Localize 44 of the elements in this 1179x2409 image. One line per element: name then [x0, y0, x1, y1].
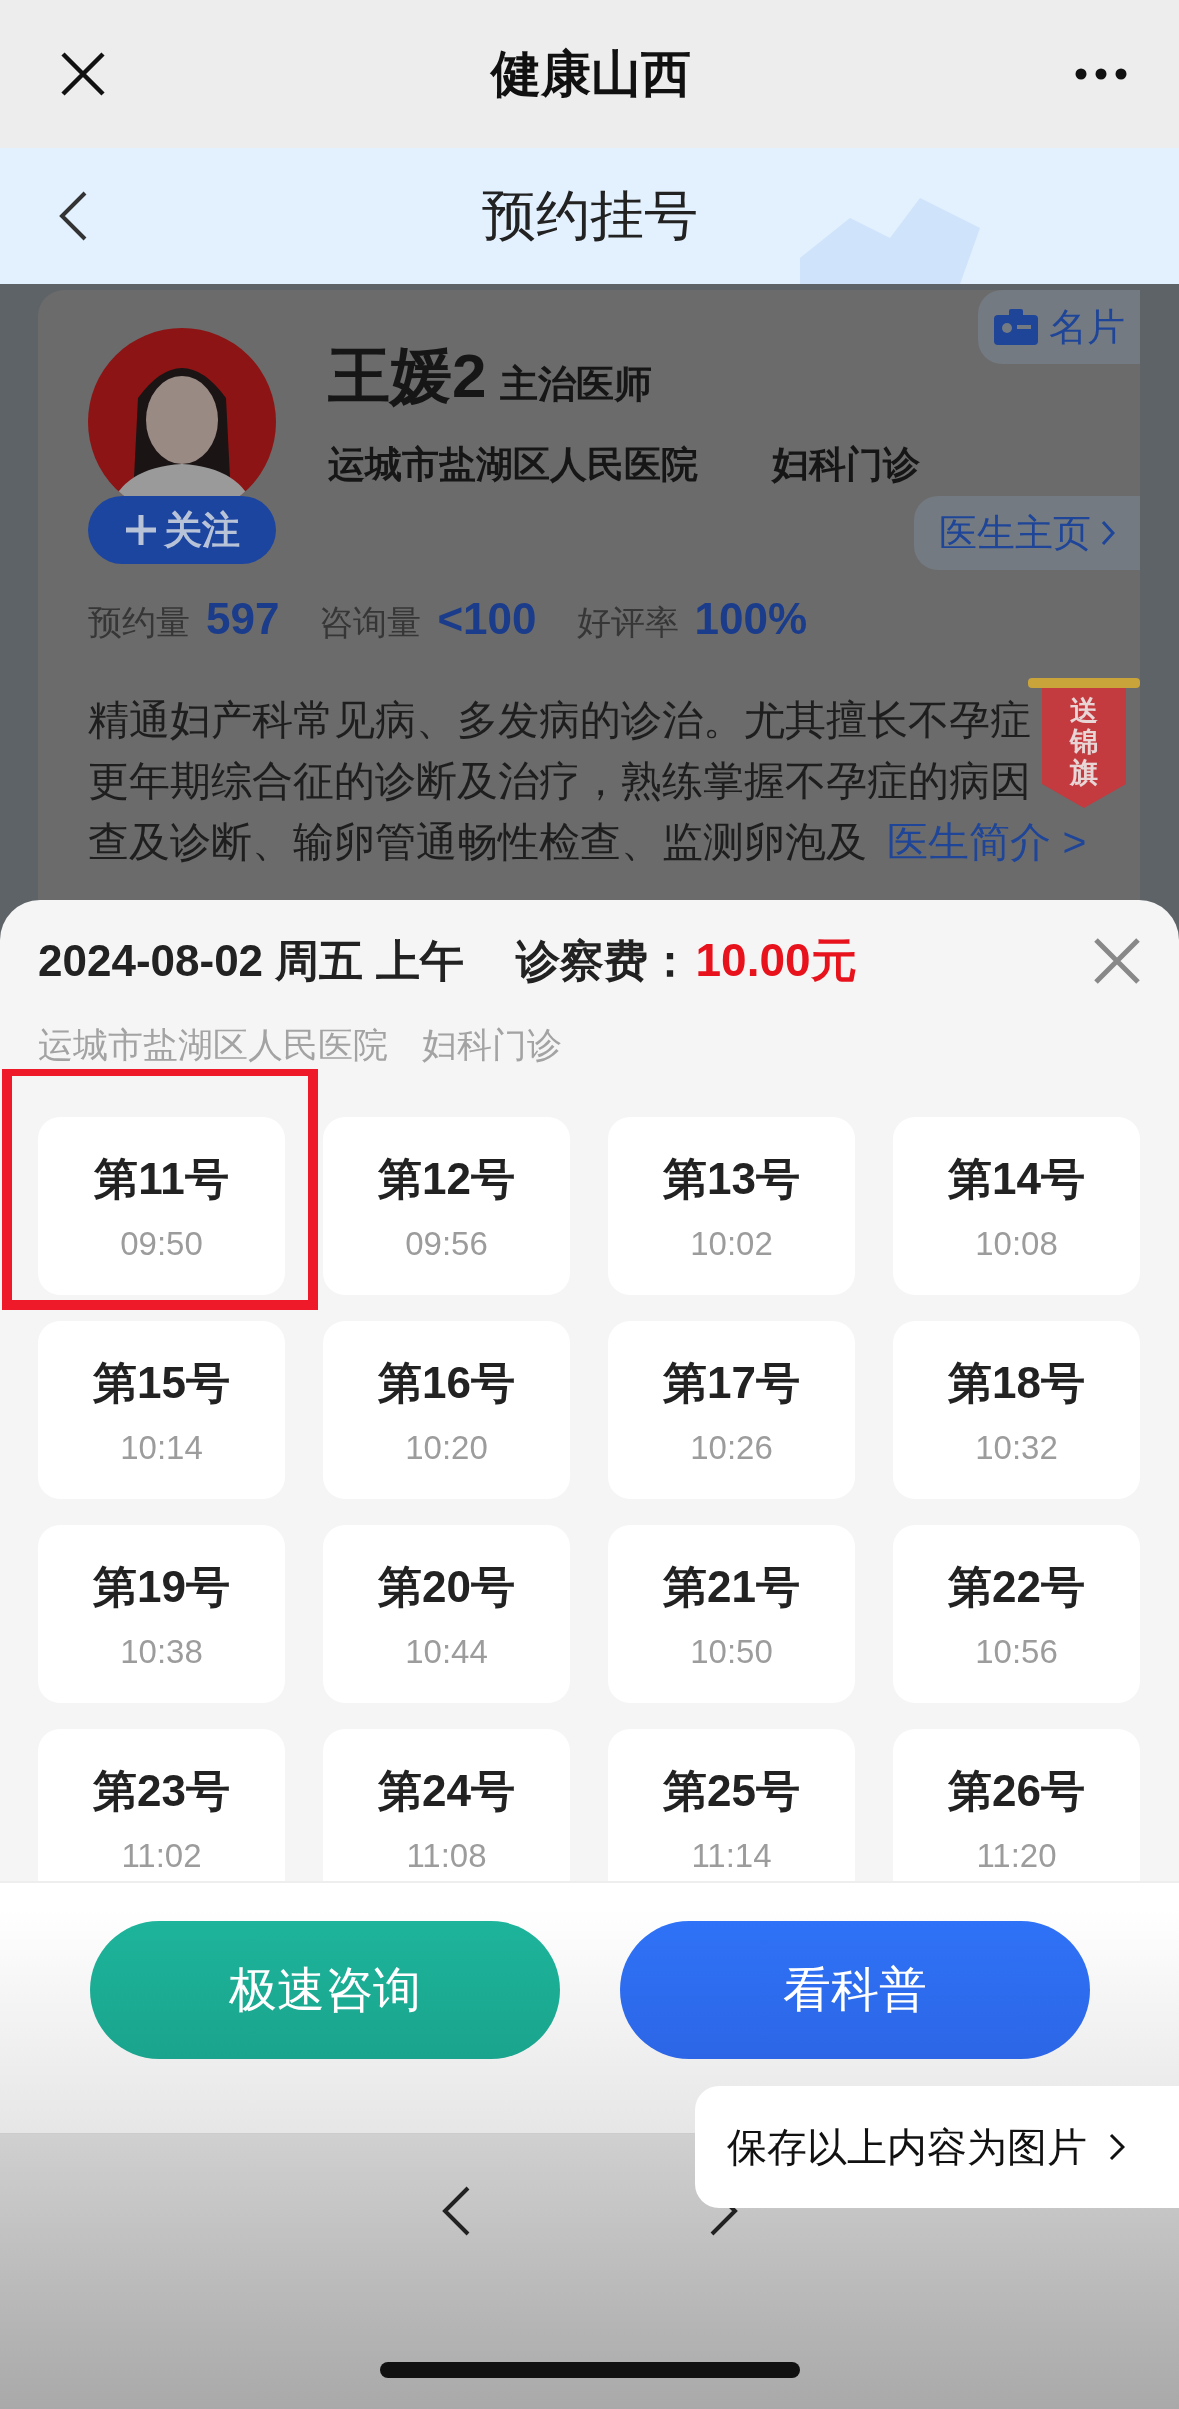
- time-slot[interactable]: 第17号 10:26: [608, 1321, 855, 1499]
- schedule-hospital: 运城市盐湖区人民医院: [38, 1024, 388, 1066]
- time-slot[interactable]: 第19号 10:38: [38, 1525, 285, 1703]
- time-slot[interactable]: 第20号 10:44: [323, 1525, 570, 1703]
- follow-button[interactable]: 关注: [88, 496, 276, 564]
- doctor-rank: 主治医师: [500, 362, 653, 407]
- stat-value: 597: [206, 594, 280, 644]
- doctor-department: 妇科门诊: [772, 443, 920, 487]
- time-slot[interactable]: 第15号 10:14: [38, 1321, 285, 1499]
- time-slot[interactable]: 第12号 09:56: [323, 1117, 570, 1295]
- time-slot[interactable]: 第18号 10:32: [893, 1321, 1140, 1499]
- schedule-date: 2024-08-02 周五 上午: [38, 934, 464, 987]
- stat-value: <100: [437, 594, 537, 644]
- time-slot[interactable]: 第13号 10:02: [608, 1117, 855, 1295]
- description-line: 精通妇产科常见病、多发病的诊治。尤其擅长不孕症: [88, 696, 1031, 745]
- time-slot[interactable]: 第23号 11:02: [38, 1729, 285, 1881]
- save-image-menu[interactable]: 保存以上内容为图片: [695, 2086, 1179, 2208]
- description-line: 更年期综合征的诊断及治疗，熟练掌握不孕症的病因: [88, 757, 1031, 806]
- time-slot[interactable]: 第11号 09:50: [38, 1117, 285, 1295]
- time-slot[interactable]: 第21号 10:50: [608, 1525, 855, 1703]
- id-card-icon: [993, 308, 1039, 346]
- app-title: 健康山西: [490, 44, 691, 104]
- chevron-icon: [1109, 2133, 1125, 2161]
- fee-label: 诊察费：: [515, 936, 692, 985]
- time-slot[interactable]: 第14号 10:08: [893, 1117, 1140, 1295]
- time-slot[interactable]: 第24号 11:08: [323, 1729, 570, 1881]
- time-slot[interactable]: 第16号 10:20: [323, 1321, 570, 1499]
- stat-value: 100%: [694, 594, 808, 644]
- doctor-name: 王媛2: [328, 340, 487, 412]
- close-icon[interactable]: [60, 51, 106, 97]
- schedule-department: 妇科门诊: [422, 1024, 562, 1066]
- plus-icon: [124, 513, 158, 547]
- back-icon[interactable]: [441, 2186, 470, 2236]
- doctor-hospital: 运城市盐湖区人民医院: [328, 443, 698, 487]
- time-slot[interactable]: 第26号 11:20: [893, 1729, 1140, 1881]
- chevron-icon: [1101, 520, 1115, 546]
- time-slot[interactable]: 第25号 11:14: [608, 1729, 855, 1881]
- time-slot[interactable]: 第22号 10:56: [893, 1525, 1140, 1703]
- back-icon[interactable]: [58, 190, 88, 242]
- fee-amount: 10.00元: [695, 934, 857, 986]
- description-line: 查及诊断、输卵管通畅性检查、监测卵泡及: [88, 818, 867, 867]
- more-icon[interactable]: [1075, 68, 1127, 80]
- science-button[interactable]: 看科普: [619, 1921, 1090, 2059]
- page-title: 预约挂号: [481, 183, 698, 247]
